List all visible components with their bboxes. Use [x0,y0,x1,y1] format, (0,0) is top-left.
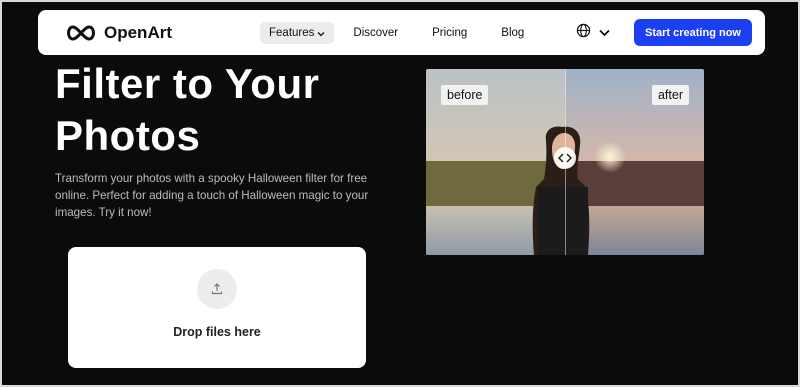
nav-blog[interactable]: Blog [492,22,533,44]
after-label: after [651,85,689,105]
hero-title-line2: Photos [55,112,201,159]
hero-description: Transform your photos with a spooky Hall… [55,172,369,219]
globe-icon [576,23,591,43]
openart-logo[interactable]: OpenArt [64,10,172,55]
top-navbar: OpenArt Features Discover Pricing Blog S… [38,10,765,55]
infinity-logo-icon [64,24,98,42]
nav-features-label: Features [269,26,315,39]
compare-slider-handle[interactable] [554,147,576,169]
before-after-preview[interactable]: before after [426,69,704,255]
nav-blog-label: Blog [501,26,525,39]
nav-discover[interactable]: Discover [344,22,407,44]
compare-arrows-icon [558,153,572,163]
chevron-down-icon [317,29,325,37]
dropzone-label: Drop files here [173,325,261,339]
nav-links: Features Discover Pricing Blog [260,10,533,55]
upload-icon [197,269,237,309]
before-label: before [441,85,489,105]
hero-title: Filter to Your Photos [55,58,395,162]
start-creating-button[interactable]: Start creating now [634,19,752,46]
nav-discover-label: Discover [353,26,399,39]
hero-title-line1: Filter to Your [55,60,320,107]
nav-features[interactable]: Features [260,21,335,44]
nav-pricing[interactable]: Pricing [423,22,476,44]
language-selector[interactable] [576,10,610,55]
upload-dropzone[interactable]: Drop files here [68,247,366,368]
chevron-down-icon [599,24,610,42]
logo-text: OpenArt [104,22,172,42]
nav-pricing-label: Pricing [432,26,468,39]
